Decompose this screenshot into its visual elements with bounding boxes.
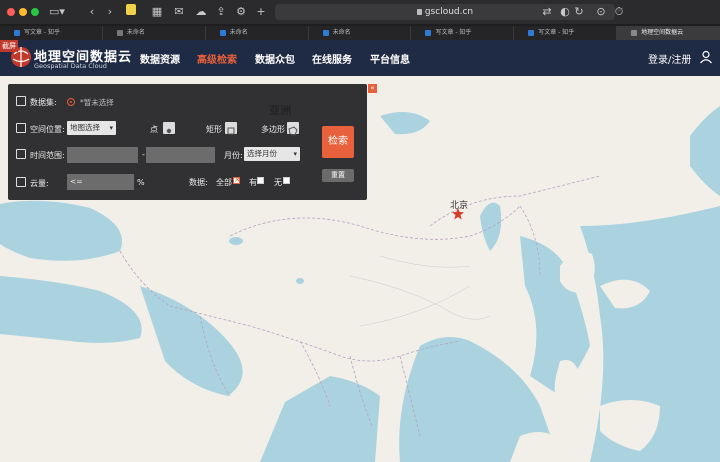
nav-data-resources[interactable]: 数据资源 [140,51,180,66]
cloud-icon[interactable]: ☁ [194,4,208,20]
polygon-icon [288,126,298,136]
dataset-icon [16,96,26,106]
gear-icon[interactable]: ⚙ [234,4,248,20]
zoom-window-button[interactable] [31,8,39,16]
point-label: 点 [150,125,158,134]
dataset-hint[interactable]: *暂未选择 [80,97,114,108]
share-icon[interactable]: ⇪ [214,4,228,20]
zhihu-icon [14,30,20,36]
cloud-input[interactable]: <= [67,174,134,190]
browser-window: ▭▾ ‹ › ▦ ✉ ☁ ⇪ ⚙ + gscloud.cn ⇄ ◐ ↻ ⊙ ⏱ … [0,0,720,462]
reload-icon[interactable]: ↻ [572,4,586,20]
opt-all-label: 全部 [216,178,232,187]
page-icon [116,30,123,36]
tab-label: 写文章 - 知乎 [24,29,60,36]
opt-all-checkbox[interactable] [233,175,241,184]
browser-tab[interactable]: 写文章 - 知乎 [0,26,103,40]
zhihu-icon [425,30,432,36]
privacy-icon[interactable]: ◐ [558,4,572,20]
tab-strip: 写文章 - 知乎 未命名 未命名 未命名 写文章 - 知乎 写文章 - 知乎 地… [0,26,720,40]
tab-label: 未命名 [126,29,145,36]
cloud-unit: % [137,178,145,187]
capital-star-icon [452,208,464,220]
data-label: 数据: [189,178,208,187]
address-text: gscloud.cn [424,7,474,17]
time-label: 时间范围: [30,151,65,160]
browser-tab[interactable]: 未命名 [309,26,412,40]
nav-online-services[interactable]: 在线服务 [312,51,352,66]
rectangle-icon [227,127,235,135]
minimize-window-button[interactable] [19,8,27,16]
tab-label: 写文章 - 知乎 [538,29,575,36]
login-register-link[interactable]: 登录/注册 [648,51,691,66]
browser-tab[interactable]: 写文章 - 知乎 [514,26,618,40]
nav-crowdsourcing[interactable]: 数据众包 [255,51,295,66]
tab-overview-icon[interactable]: ▦ [150,4,164,20]
user-icon[interactable] [699,50,713,64]
zhihu-icon [528,30,535,36]
polygon-tool-button[interactable] [287,122,299,136]
close-window-button[interactable] [7,8,15,16]
browser-tab[interactable]: 写文章 - 知乎 [411,26,515,40]
history-icon[interactable]: ⏱ [612,4,626,20]
tab-label: 地理空间数据云 [641,29,684,36]
gscloud-icon [631,30,638,36]
new-tab-icon[interactable]: + [254,4,268,20]
back-icon[interactable]: ‹ [86,4,98,20]
browser-tab[interactable]: 未命名 [103,26,206,40]
polygon-label: 多边形 [261,125,285,134]
rect-tool-button[interactable] [225,122,237,135]
location-icon [16,123,26,133]
tab-label: 写文章 - 知乎 [435,29,472,36]
spatial-select[interactable]: 地图选择 [67,121,116,135]
translate-icon[interactable]: ⇄ [540,4,554,20]
extension-icon[interactable] [124,4,138,20]
lock-icon [416,9,422,15]
month-select[interactable]: 选择月份 [244,147,300,161]
browser-toolbar: ▭▾ ‹ › ▦ ✉ ☁ ⇪ ⚙ + gscloud.cn ⇄ ◐ ↻ ⊙ ⏱ [0,0,720,24]
download-icon[interactable]: ⊙ [594,4,608,20]
point-icon [166,128,172,134]
opt-yes-label: 有 [249,178,257,187]
spatial-label: 空间位置: [30,125,65,134]
cloud-label: 云量: [30,179,49,188]
search-button[interactable]: 检索 [322,126,354,158]
date-separator: - [142,150,145,159]
screenshot-badge: 截屏 [0,40,18,52]
sidebar-toggle-icon[interactable]: ▭▾ [48,4,66,20]
site-header: 截屏 地理空间数据云 Geospatial Data Cloud 数据资源 高级… [0,40,720,76]
point-tool-button[interactable] [163,122,175,134]
zhihu-icon [219,30,226,36]
browser-tab[interactable]: 未命名 [206,26,309,40]
opt-yes-checkbox[interactable] [257,177,264,184]
dataset-radio[interactable] [67,98,75,106]
collapse-panel-button[interactable]: « [368,84,377,93]
browser-tab-active[interactable]: 地理空间数据云 [617,26,720,40]
advanced-search-panel [8,84,367,200]
mail-icon[interactable]: ✉ [172,4,186,20]
dataset-label: 数据集: [30,98,57,107]
end-date-input[interactable] [146,147,215,163]
tab-label: 未命名 [229,29,248,36]
tab-label: 未命名 [332,29,351,36]
start-date-input[interactable] [67,147,138,163]
calendar-icon [16,149,26,159]
opt-no-checkbox[interactable] [283,177,290,184]
nav-advanced-search[interactable]: 高级检索 [197,51,237,66]
opt-no-label: 无 [274,178,282,187]
reset-button[interactable]: 重置 [322,169,354,182]
nav-platform-info[interactable]: 平台信息 [370,51,410,66]
rect-label: 矩形 [206,125,222,134]
forward-icon[interactable]: › [104,4,116,20]
month-label: 月份: [224,151,243,160]
site-subtitle: Geospatial Data Cloud [34,62,107,70]
zhihu-icon [322,30,329,36]
cloud-cover-icon [16,177,26,187]
